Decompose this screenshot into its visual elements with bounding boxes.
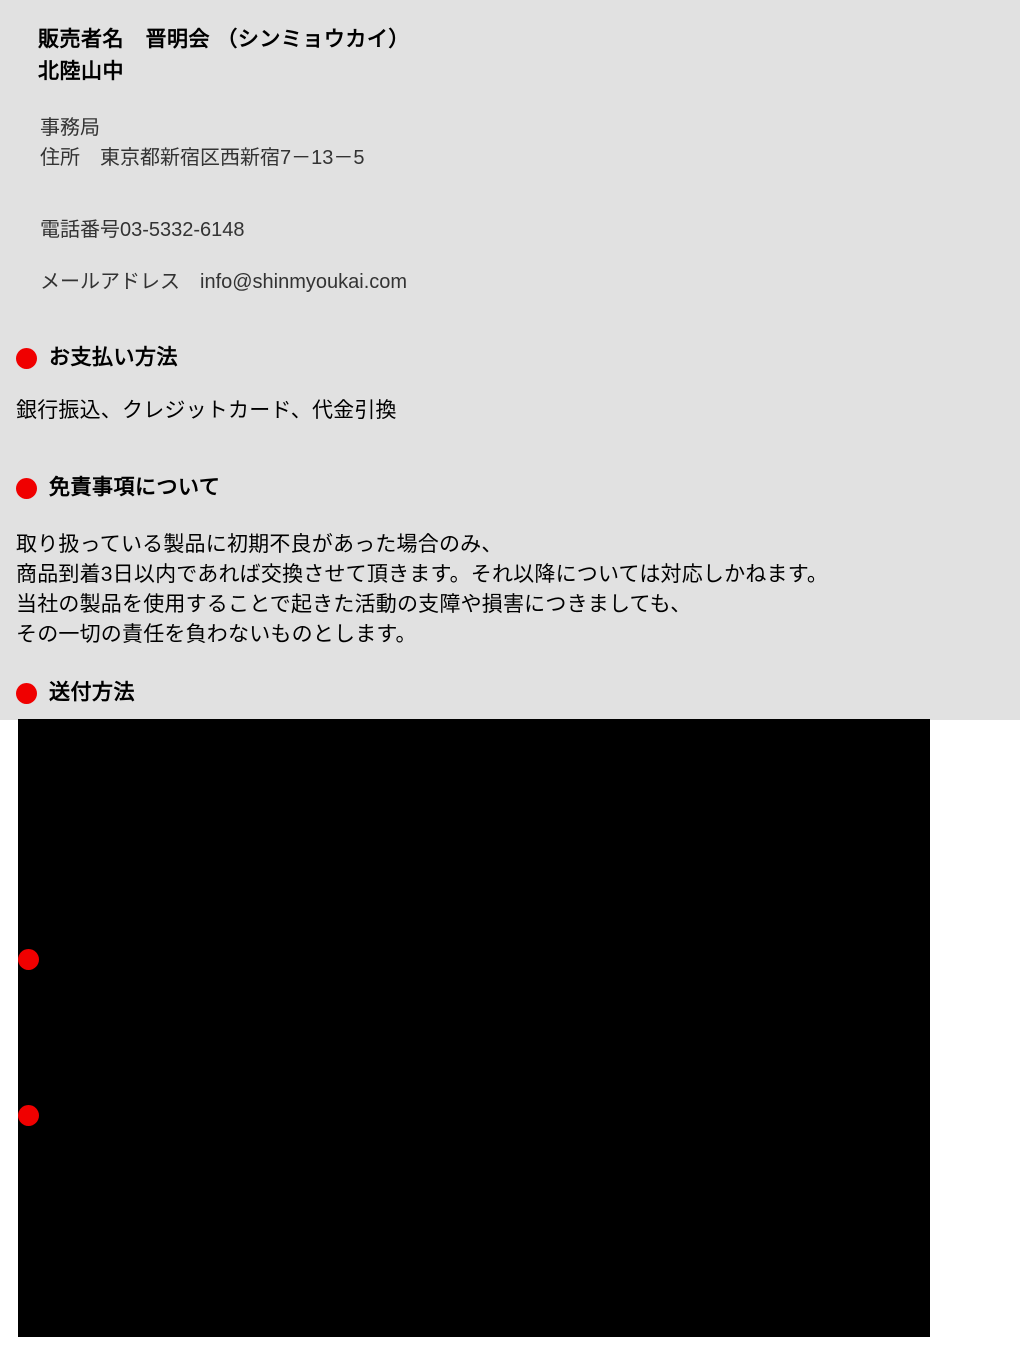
section-heading-shipping: 送付方法 (16, 680, 135, 706)
section-heading-payment-label: お支払い方法 (49, 346, 178, 369)
office-address: 住所 東京都新宿区西新宿7－13－5 (40, 147, 365, 169)
red-bullet-icon (16, 347, 37, 369)
office-telephone: 電話番号03-5332-6148 (40, 219, 245, 241)
disclaimer-body-text: 取り扱っている製品に初期不良があった場合のみ、 商品到着3日以内であれば交換させ… (16, 533, 829, 646)
shipping-media-region (18, 719, 930, 1337)
section-heading-disclaimer-label: 免責事項について (49, 476, 221, 499)
office-label: 事務局 (40, 117, 100, 139)
red-bullet-icon (18, 1105, 39, 1126)
section-heading-payment: お支払い方法 (16, 345, 178, 371)
payment-methods-text: 銀行振込、クレジットカード、代金引換 (16, 399, 397, 422)
seller-heading-block: 販売者名 晋明会 （シンミョウカイ） 北陸山中 (38, 24, 938, 88)
office-email: メールアドレス info@shinmyoukai.com (40, 271, 408, 293)
red-bullet-icon (16, 682, 37, 704)
seller-name-line: 販売者名 晋明会 （シンミョウカイ） (38, 28, 410, 51)
section-heading-disclaimer: 免責事項について (16, 475, 220, 501)
office-address-block: 事務局 住所 東京都新宿区西新宿7－13－5 (40, 113, 940, 173)
section-heading-shipping-label: 送付方法 (49, 681, 135, 704)
seller-branch-line: 北陸山中 (38, 60, 124, 83)
red-bullet-icon (16, 477, 37, 499)
content-panel: 販売者名 晋明会 （シンミョウカイ） 北陸山中 事務局 住所 東京都新宿区西新宿… (0, 0, 1020, 720)
red-bullet-icon (18, 949, 39, 970)
